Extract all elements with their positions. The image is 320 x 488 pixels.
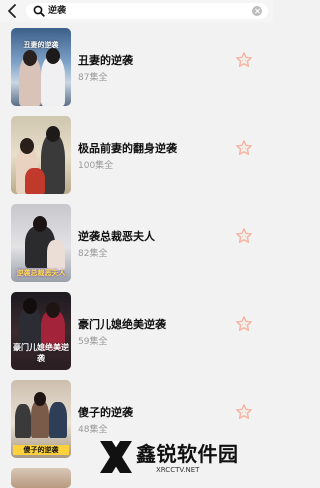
list-item[interactable]: 豪门儿媳绝美逆袭 豪门儿媳绝美逆袭 59集全 <box>0 286 273 372</box>
clear-search-icon[interactable] <box>252 6 262 16</box>
search-bar[interactable]: 逆袭 <box>26 3 268 19</box>
drama-title: 豪门儿媳绝美逆袭 <box>78 318 166 331</box>
episode-count: 87集全 <box>78 73 108 83</box>
back-button[interactable] <box>4 3 20 19</box>
favorite-star-icon[interactable] <box>235 51 253 69</box>
drama-title: 丑妻的逆袭 <box>78 54 133 67</box>
favorite-star-icon[interactable] <box>235 227 253 245</box>
watermark: 鑫锐软件园 XRCCTV.NET <box>96 434 273 480</box>
poster-image <box>11 468 71 488</box>
search-input[interactable]: 逆袭 <box>48 4 66 18</box>
poster-title: 丑妻的逆袭 <box>23 41 59 49</box>
top-bar: 逆袭 <box>0 0 273 22</box>
poster-title: 逆袭总裁恶夫人 <box>16 269 66 277</box>
episode-count: 82集全 <box>78 249 108 259</box>
watermark-brand: 鑫锐软件园 <box>136 442 239 466</box>
watermark-logo-icon <box>100 441 132 473</box>
drama-title: 逆袭总裁恶夫人 <box>78 230 155 243</box>
poster-image: 傻子的逆袭 <box>11 380 71 458</box>
list-item[interactable]: 逆袭总裁恶夫人 逆袭总裁恶夫人 82集全 <box>0 198 273 284</box>
favorite-star-icon[interactable] <box>235 315 253 333</box>
search-icon <box>33 5 45 17</box>
drama-title: 极品前妻的翻身逆袭 <box>78 142 177 155</box>
drama-title: 傻子的逆袭 <box>78 406 133 419</box>
favorite-star-icon[interactable] <box>235 403 253 421</box>
poster-title: 傻子的逆袭 <box>13 445 69 455</box>
favorite-star-icon[interactable] <box>235 139 253 157</box>
chevron-left-icon <box>8 4 16 18</box>
list-item[interactable]: 极品前妻的翻身逆袭 100集全 <box>0 110 273 196</box>
episode-count: 100集全 <box>78 161 114 171</box>
episode-count: 59集全 <box>78 337 108 347</box>
poster-image: 豪门儿媳绝美逆袭 <box>11 292 71 370</box>
watermark-url: XRCCTV.NET <box>156 466 200 474</box>
poster-image <box>11 116 71 194</box>
poster-image: 丑妻的逆袭 <box>11 28 71 106</box>
poster-title: 豪门儿媳绝美逆袭 <box>13 343 69 363</box>
list-item[interactable]: 丑妻的逆袭 丑妻的逆袭 87集全 <box>0 22 273 108</box>
poster-image: 逆袭总裁恶夫人 <box>11 204 71 282</box>
